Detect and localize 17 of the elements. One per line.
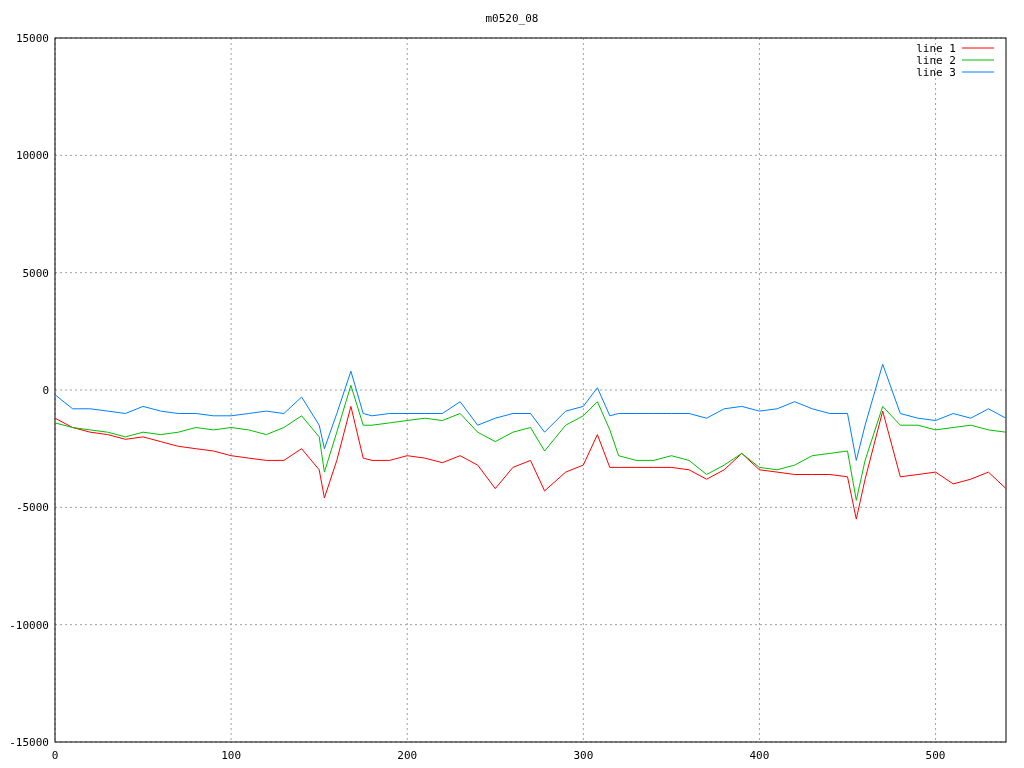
chart-title: m0520_08	[485, 12, 539, 25]
x-tick-label: 400	[749, 749, 770, 762]
y-tick-label: 10000	[15, 149, 49, 163]
y-tick-label: 0	[42, 384, 49, 397]
legend-label: line 1	[916, 42, 956, 55]
y-tick-label: -15000	[9, 736, 49, 749]
y-tick-label: -10000	[9, 618, 49, 632]
legend-label: line 2	[916, 54, 956, 67]
x-tick-label: 200	[397, 749, 418, 762]
x-tick-label: 0	[51, 749, 59, 762]
y-tick-label: 5000	[22, 266, 49, 280]
x-tick-label: 100	[221, 749, 242, 762]
x-tick-label: 300	[573, 749, 594, 762]
legend-label: line 3	[916, 66, 956, 79]
x-tick-label: 500	[925, 749, 946, 762]
y-tick-label: -5000	[15, 501, 49, 515]
y-tick-label: 15000	[15, 32, 49, 45]
